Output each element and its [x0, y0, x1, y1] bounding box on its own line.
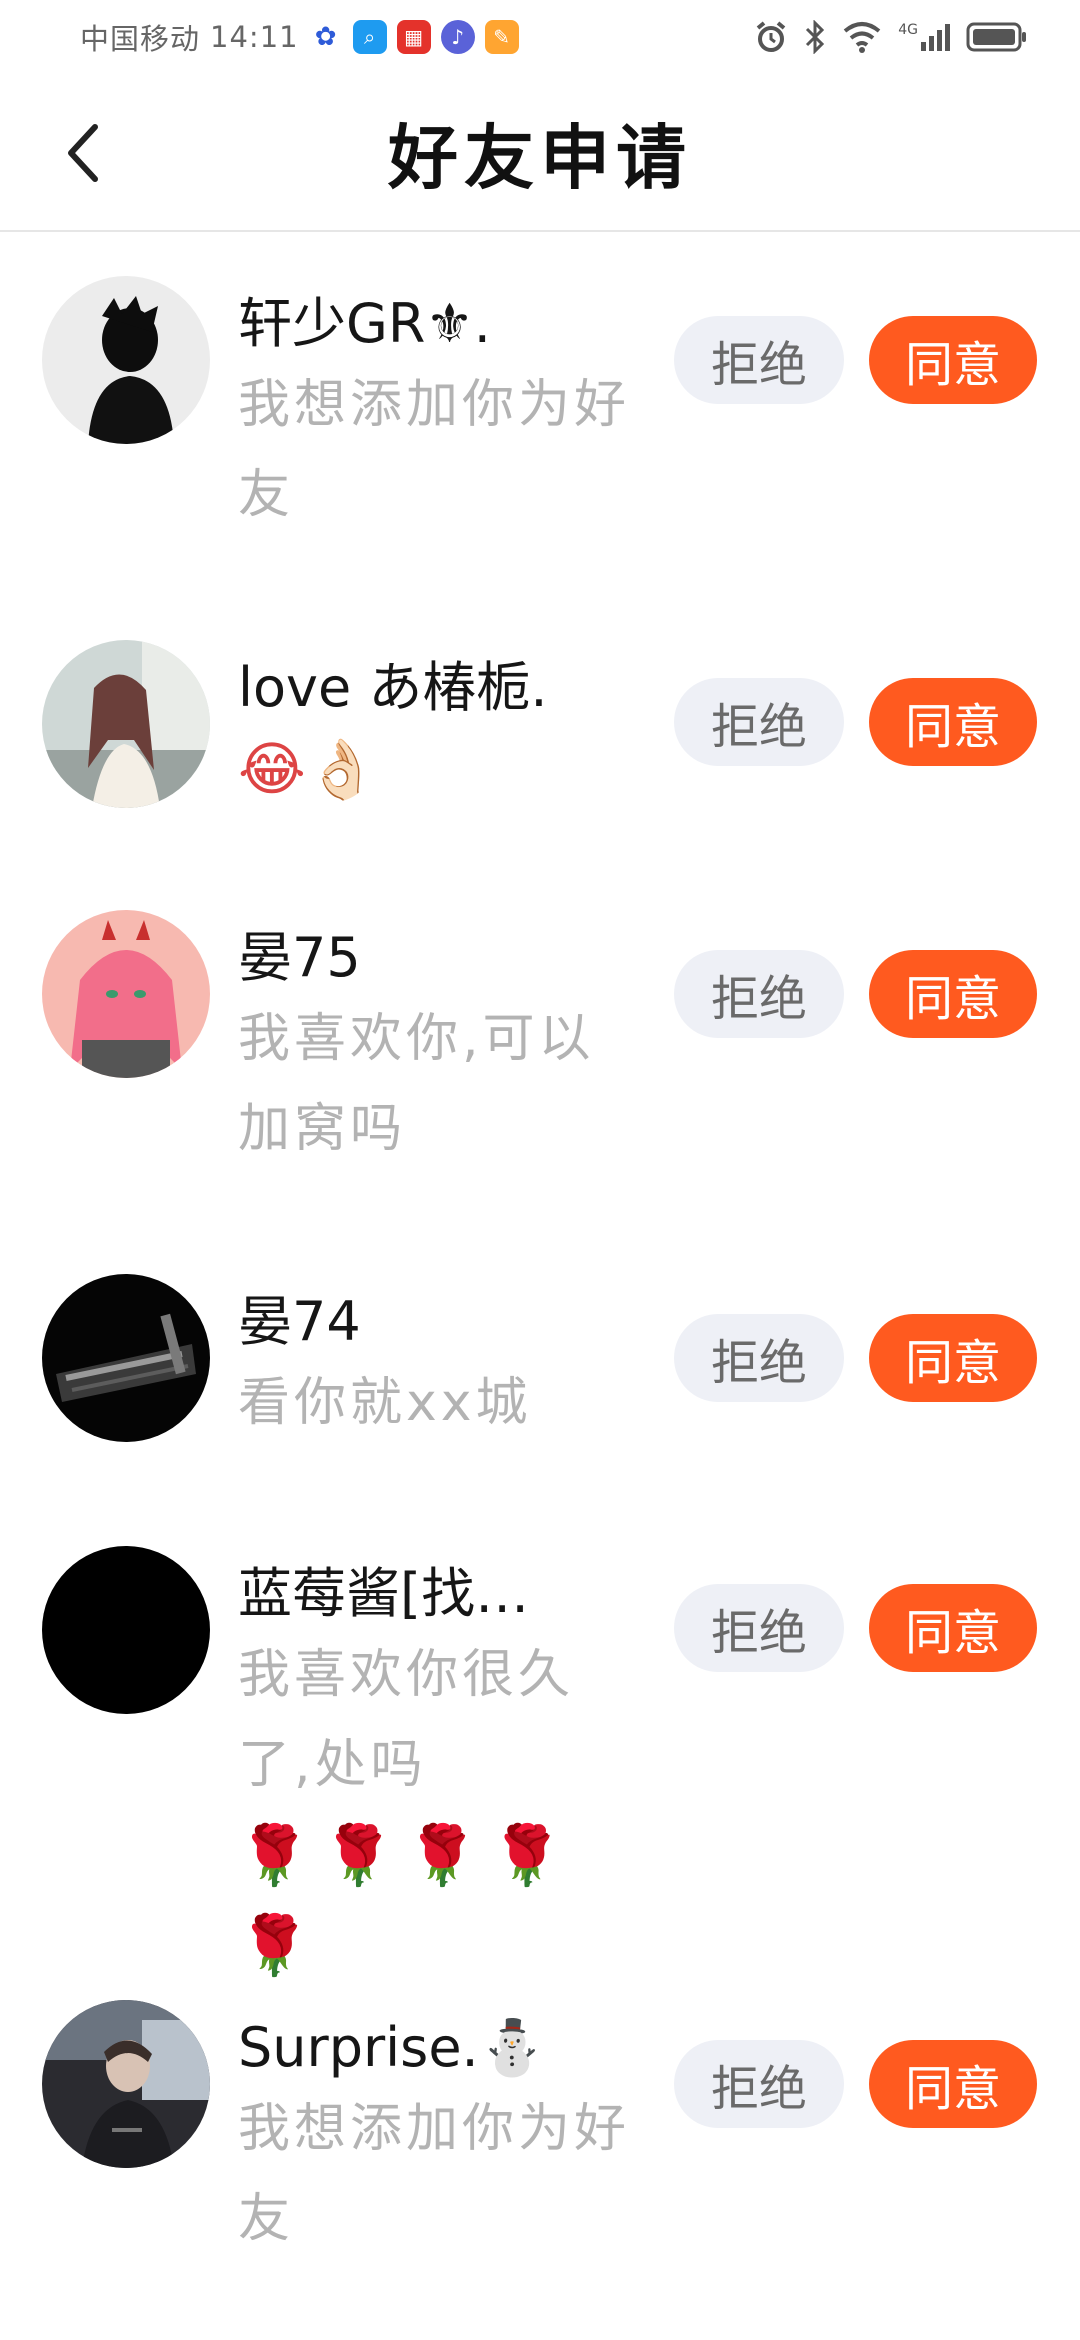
reject-button[interactable]: 拒绝: [674, 316, 844, 404]
request-message: 我喜欢你很久了,处吗: [238, 1645, 575, 1795]
requester-name: 蓝莓酱[找…: [238, 1562, 530, 1625]
status-left: 中国移动 14:11 ✿ ⌕ ▦ ♪ ✎: [80, 16, 519, 58]
accept-button[interactable]: 同意: [869, 316, 1037, 404]
reject-button[interactable]: 拒绝: [674, 678, 844, 766]
request-message: 看你就xx城: [238, 1373, 532, 1433]
reject-button[interactable]: 拒绝: [674, 950, 844, 1038]
baidu-paw-icon: ✿: [308, 20, 343, 54]
request-text: 蓝莓酱[找… 我喜欢你很久了,处吗 🌹🌹🌹🌹🌹: [238, 1558, 648, 1990]
list-item: 轩少GR⚜. 我想添加你为好友 拒绝 同意: [0, 232, 1080, 596]
reject-button[interactable]: 拒绝: [674, 1314, 844, 1402]
status-right: 4G: [754, 20, 1028, 54]
request-message: 我想添加你为好友: [238, 375, 631, 525]
orange-app-icon: ✎: [484, 20, 519, 54]
list-item: Surprise.⛄ 我想添加你为好友 拒绝 同意: [0, 1956, 1080, 2340]
request-text: 轩少GR⚜. 我想添加你为好友: [238, 288, 648, 540]
request-text: love あ椿栀. 😂👌🏻: [238, 652, 648, 814]
request-text: 晏74 看你就xx城: [238, 1286, 648, 1448]
avatar[interactable]: [42, 1274, 210, 1442]
request-message: 我喜欢你,可以加窝吗: [238, 1009, 595, 1159]
carrier-name: 中国移动: [80, 22, 201, 56]
bluetooth-icon: [804, 20, 826, 54]
requester-name: 轩少GR⚜.: [238, 292, 491, 355]
request-message: 我想添加你为好友: [238, 2099, 631, 2249]
requester-name: Surprise.⛄: [238, 2016, 546, 2079]
request-text: 晏75 我喜欢你,可以加窝吗: [238, 922, 648, 1174]
list-item: love あ椿栀. 😂👌🏻 拒绝 同意: [0, 596, 1080, 866]
network-type-label: 4G: [898, 22, 918, 38]
avatar[interactable]: [42, 2000, 210, 2168]
page-title: 好友申请: [388, 116, 692, 199]
request-emojis: 😂👌🏻: [238, 735, 378, 803]
music-app-icon: ♪: [440, 20, 475, 54]
avatar[interactable]: [42, 1546, 210, 1714]
avatar[interactable]: [42, 910, 210, 1078]
requester-name: 晏75: [238, 926, 361, 989]
request-text: Surprise.⛄ 我想添加你为好友: [238, 2012, 648, 2264]
back-button[interactable]: [48, 118, 118, 188]
status-bar: 中国移动 14:11 ✿ ⌕ ▦ ♪ ✎ 4G: [0, 0, 1080, 74]
accept-button[interactable]: 同意: [869, 2040, 1037, 2128]
list-item: 晏75 我喜欢你,可以加窝吗 拒绝 同意: [0, 866, 1080, 1230]
cellular-signal-icon: 4G: [898, 22, 950, 52]
search-app-icon: ⌕: [352, 20, 387, 54]
wifi-icon: [842, 21, 882, 53]
avatar[interactable]: [42, 640, 210, 808]
chevron-left-icon: [68, 124, 98, 182]
requester-name: 晏74: [238, 1290, 361, 1353]
status-time: 14:11: [210, 20, 299, 54]
alarm-icon: [754, 20, 788, 54]
list-item: 蓝莓酱[找… 我喜欢你很久了,处吗 🌹🌹🌹🌹🌹 拒绝 同意: [0, 1502, 1080, 1979]
avatar[interactable]: [42, 276, 210, 444]
requester-name: love あ椿栀.: [238, 656, 548, 719]
reject-button[interactable]: 拒绝: [674, 2040, 844, 2128]
reject-button[interactable]: 拒绝: [674, 1584, 844, 1672]
nav-bar: 好友申请: [0, 74, 1080, 232]
shopping-app-icon: ▦: [396, 20, 431, 54]
accept-button[interactable]: 同意: [869, 678, 1037, 766]
accept-button[interactable]: 同意: [869, 1584, 1037, 1672]
battery-icon: [966, 21, 1028, 53]
list-item: 晏74 看你就xx城 拒绝 同意: [0, 1230, 1080, 1502]
accept-button[interactable]: 同意: [869, 1314, 1037, 1402]
accept-button[interactable]: 同意: [869, 950, 1037, 1038]
